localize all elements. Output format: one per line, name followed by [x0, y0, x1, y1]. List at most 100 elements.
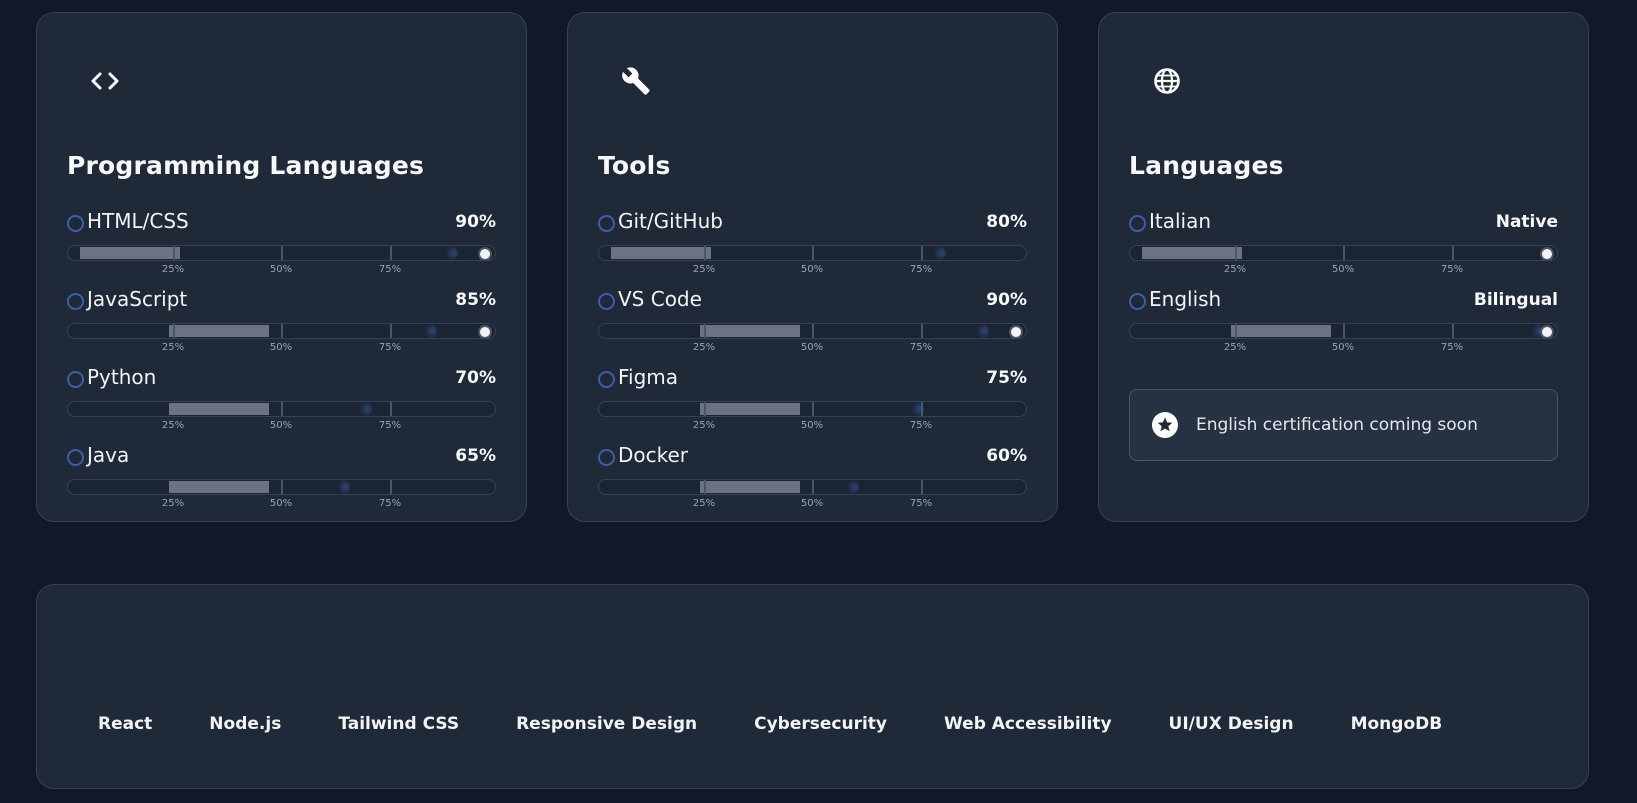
skill-name: VS Code [618, 287, 702, 311]
skill-name: Docker [618, 443, 689, 467]
skill-english: English Bilingual 25% 50% 75% [1129, 287, 1558, 357]
tick-label: 50% [800, 264, 824, 275]
tick-label: 50% [800, 498, 824, 509]
tick-label: 75% [378, 420, 402, 431]
skill-name: Java [87, 443, 130, 467]
tick-label: 25% [161, 498, 185, 509]
tick-label: 50% [1331, 342, 1355, 353]
slider-handle[interactable] [1011, 327, 1021, 337]
certification-note: English certification coming soon [1129, 389, 1558, 461]
tick-label: 75% [909, 342, 933, 353]
tick-label: 50% [800, 342, 824, 353]
skill-java: Java 65% 25% 50% 75% [67, 443, 496, 513]
slider-handle[interactable] [480, 249, 490, 259]
tick-label: 50% [1331, 264, 1355, 275]
tick-label: 25% [692, 420, 716, 431]
slider-handle[interactable] [1542, 327, 1552, 337]
skill-slider[interactable] [598, 401, 1027, 417]
tick-label: 25% [1223, 342, 1247, 353]
skill-value: 65% [455, 446, 496, 466]
skill-value: Native [1495, 212, 1558, 232]
slider-handle[interactable] [480, 327, 490, 337]
skill-slider[interactable] [1129, 245, 1558, 261]
tick-label: 25% [161, 264, 185, 275]
tick-label: 75% [378, 264, 402, 275]
tools-card: Tools Git/GitHub 80% 25% 50% 75% VS Code 90%… [567, 12, 1058, 522]
tick-label: 25% [161, 420, 185, 431]
skill-value: 85% [455, 290, 496, 310]
ring-icon [67, 371, 84, 388]
wrench-icon [620, 65, 652, 97]
skill-slider[interactable] [598, 323, 1027, 339]
tick-label: 50% [269, 420, 293, 431]
skill-name: Italian [1149, 209, 1212, 233]
tag-list: React Node.js Tailwind CSS Responsive De… [98, 714, 1499, 734]
skill-slider[interactable] [598, 245, 1027, 261]
skill-name: HTML/CSS [87, 209, 189, 233]
tick-label: 75% [909, 420, 933, 431]
skill-value: 90% [986, 290, 1027, 310]
tick-label: 75% [1440, 342, 1464, 353]
skill-python: Python 70% 25% 50% 75% [67, 365, 496, 435]
tick-label: 25% [692, 498, 716, 509]
skill-slider[interactable] [67, 323, 496, 339]
tags-card [36, 584, 1589, 789]
ring-icon [67, 215, 84, 232]
programming-languages-card: Programming Languages HTML/CSS 90% 25% 50%… [36, 12, 527, 522]
tick-label: 75% [1440, 264, 1464, 275]
tick-label: 50% [269, 342, 293, 353]
ring-icon [598, 449, 615, 466]
skill-slider[interactable] [67, 245, 496, 261]
tag-item: React [98, 714, 153, 734]
skill-value: 90% [455, 212, 496, 232]
tick-label: 25% [161, 342, 185, 353]
ring-icon [67, 293, 84, 310]
tick-label: 50% [269, 498, 293, 509]
tag-item: MongoDB [1350, 714, 1443, 734]
ring-icon [1129, 215, 1146, 232]
tick-label: 75% [909, 264, 933, 275]
skill-value: 80% [986, 212, 1027, 232]
skill-slider[interactable] [67, 479, 496, 495]
tick-label: 25% [1223, 264, 1247, 275]
tick-label: 75% [378, 498, 402, 509]
tag-item: UI/UX Design [1168, 714, 1294, 734]
card-title: Programming Languages [67, 151, 425, 180]
skill-name: JavaScript [87, 287, 188, 311]
ring-icon [67, 449, 84, 466]
skill-value: 75% [986, 368, 1027, 388]
skill-javascript: JavaScript 85% 25% 50% 75% [67, 287, 496, 357]
code-icon [89, 65, 121, 97]
note-text: English certification coming soon [1196, 415, 1478, 435]
tick-label: 75% [909, 498, 933, 509]
skill-name: Python [87, 365, 157, 389]
skill-value: Bilingual [1473, 290, 1558, 310]
star-badge-icon [1152, 412, 1178, 438]
ring-icon [1129, 293, 1146, 310]
card-title: Tools [598, 151, 671, 180]
tag-item: Node.js [209, 714, 282, 734]
skill-value: 60% [986, 446, 1027, 466]
tag-item: Responsive Design [516, 714, 698, 734]
languages-card: Languages Italian Native 25% 50% 75% Englis… [1098, 12, 1589, 522]
skill-name: English [1149, 287, 1222, 311]
skill-value: 70% [455, 368, 496, 388]
skill-slider[interactable] [1129, 323, 1558, 339]
tag-item: Web Accessibility [944, 714, 1112, 734]
skill-slider[interactable] [67, 401, 496, 417]
skill-italian: Italian Native 25% 50% 75% [1129, 209, 1558, 279]
ring-icon [598, 371, 615, 388]
tag-item: Cybersecurity [754, 714, 888, 734]
ring-icon [598, 293, 615, 310]
skill-name: Figma [618, 365, 679, 389]
tick-label: 75% [378, 342, 402, 353]
skill-vs-code: VS Code 90% 25% 50% 75% [598, 287, 1027, 357]
tick-label: 25% [692, 264, 716, 275]
slider-handle[interactable] [1542, 249, 1552, 259]
tick-label: 50% [269, 264, 293, 275]
skill-name: Git/GitHub [618, 209, 723, 233]
skill-docker: Docker 60% 25% 50% 75% [598, 443, 1027, 513]
skill-html-css: HTML/CSS 90% 25% 50% 75% [67, 209, 496, 279]
tag-item: Tailwind CSS [338, 714, 460, 734]
skill-slider[interactable] [598, 479, 1027, 495]
